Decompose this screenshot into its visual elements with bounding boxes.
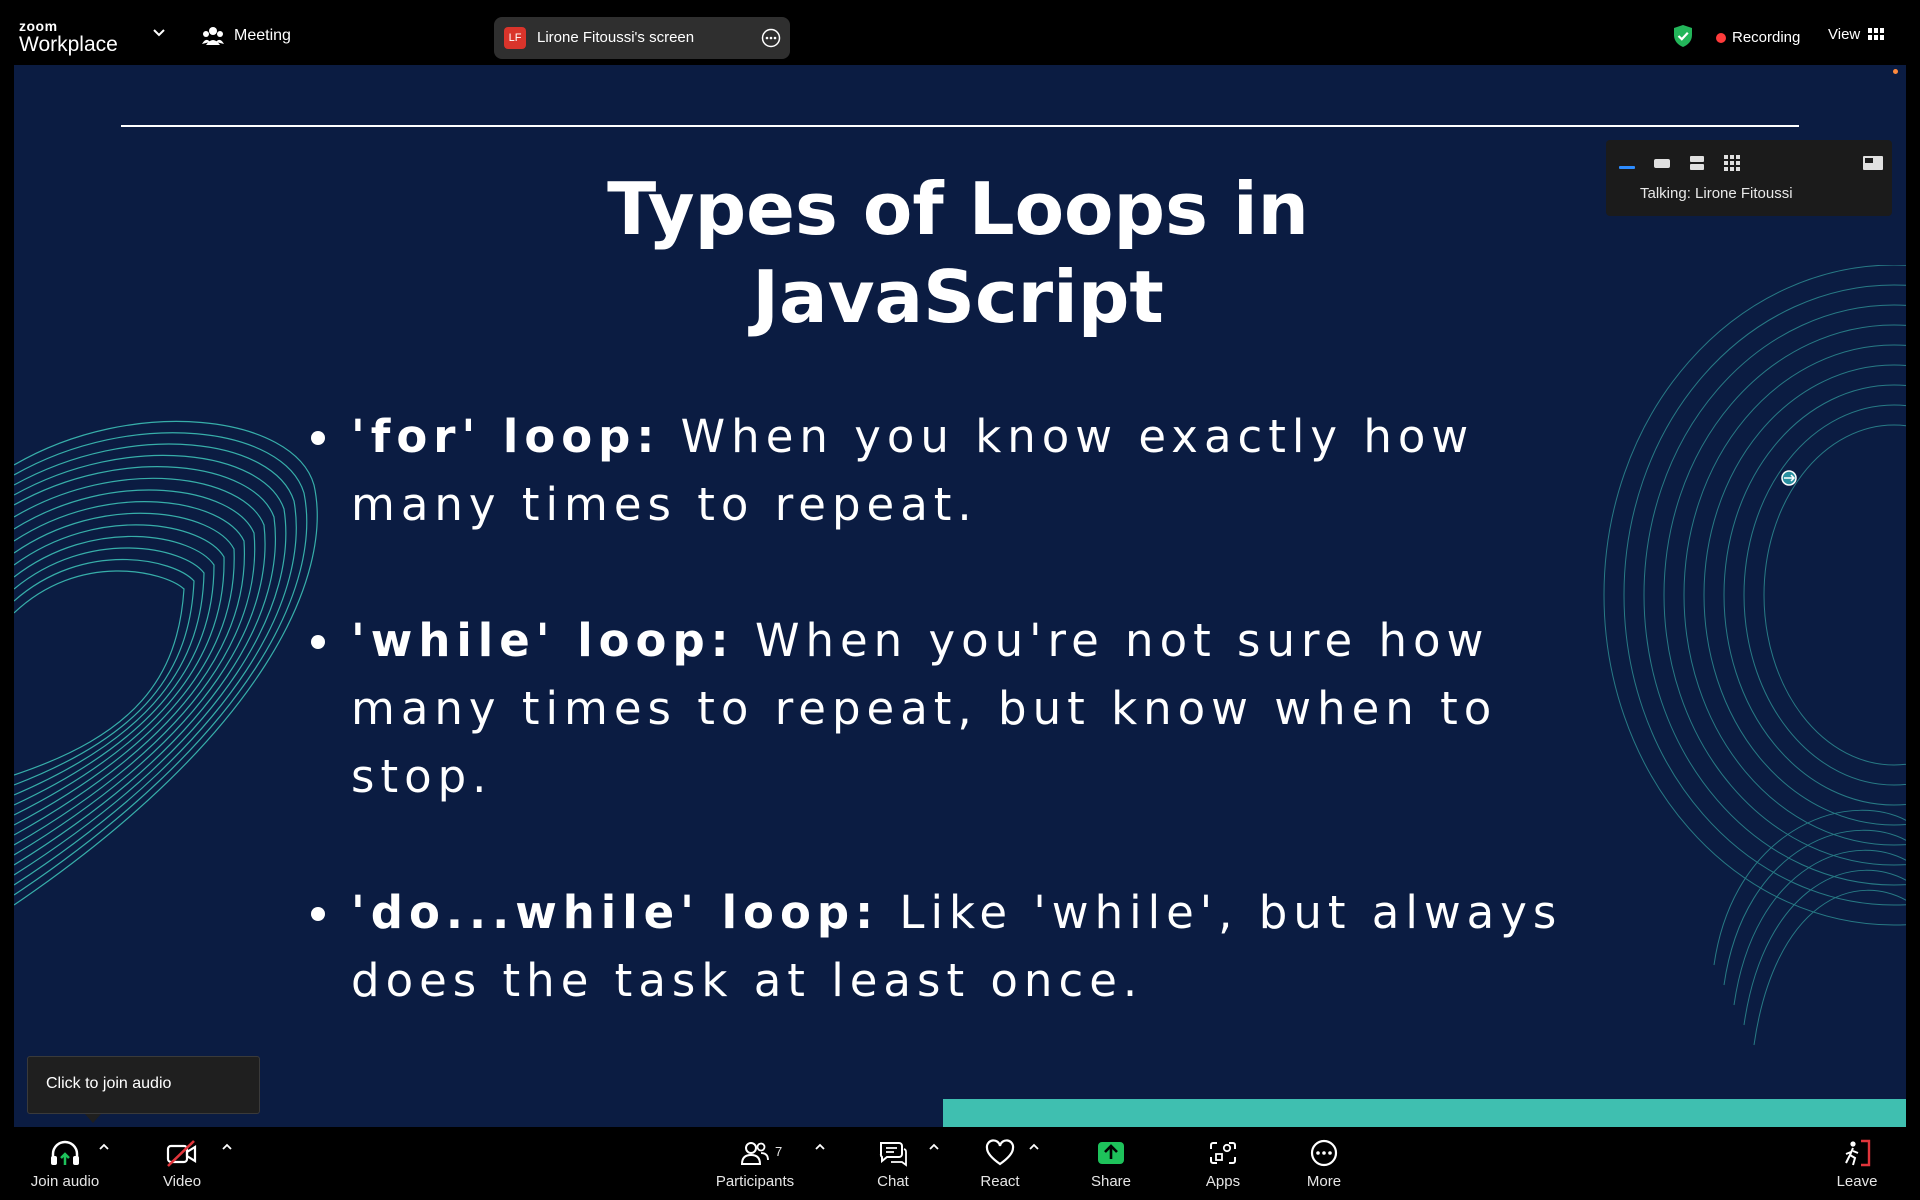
presenter-avatar: LF [504, 27, 526, 49]
participants-icon [740, 1142, 769, 1165]
chevron-down-icon[interactable] [152, 28, 166, 38]
bullet-term: 'do...while' loop: [351, 886, 880, 939]
share-screen-icon [1098, 1142, 1124, 1164]
participants-count-badge: 7 [775, 1144, 783, 1159]
meeting-menu[interactable]: Meeting [202, 26, 291, 46]
bullet-item: 'do...while' loop: Like 'while', but alw… [307, 879, 1607, 1015]
grid-view-icon [1868, 28, 1885, 40]
participants-options-caret-icon[interactable] [814, 1143, 826, 1151]
leave-label: Leave [1836, 1173, 1878, 1190]
recording-label: Recording [1732, 29, 1801, 46]
slide-bullet-list: 'for' loop: When you know exactly how ma… [307, 403, 1607, 1083]
meeting-label: Meeting [234, 27, 291, 44]
more-options-icon[interactable] [761, 28, 781, 48]
video-label: Video [162, 1173, 202, 1190]
apps-button[interactable]: Apps [1193, 1139, 1253, 1197]
slide-divider-line [121, 125, 1799, 127]
apps-icon [1210, 1142, 1236, 1164]
join-audio-label: Join audio [30, 1173, 100, 1190]
react-label: React [980, 1173, 1020, 1190]
talking-panel[interactable]: Talking: Lirone Fitoussi [1606, 140, 1892, 216]
react-button[interactable]: React [970, 1139, 1030, 1197]
chat-button[interactable]: Chat [862, 1139, 924, 1197]
share-indicator-dot [1893, 69, 1898, 74]
join-audio-button[interactable]: Join audio [26, 1139, 104, 1197]
screen-share-label: Lirone Fitoussi's screen [537, 29, 695, 46]
screen-share-pill[interactable]: LF Lirone Fitoussi's screen [494, 17, 790, 59]
top-bar: zoom Workplace Meeting LF Lirone Fitouss… [0, 0, 1920, 65]
participants-button[interactable]: Participants [710, 1139, 800, 1197]
logo-workplace-text: Workplace [19, 33, 118, 56]
wave-decoration-left [14, 420, 318, 906]
apps-label: Apps [1205, 1173, 1241, 1190]
single-speaker-view-icon[interactable] [1651, 154, 1673, 172]
wave-decoration-right [1603, 265, 1906, 1046]
react-options-caret-icon[interactable] [1028, 1143, 1040, 1151]
audio-options-caret-icon[interactable] [98, 1143, 110, 1151]
video-button[interactable]: Video [150, 1139, 214, 1197]
view-button[interactable]: View [1828, 26, 1885, 43]
bullet-item: 'while' loop: When you're not sure how m… [307, 607, 1607, 811]
slide-title-line1: Types of Loops in [607, 167, 1309, 251]
recording-dot-icon [1716, 32, 1726, 43]
chat-icon [879, 1142, 907, 1167]
slide-title-line2: JavaScript [752, 255, 1164, 339]
recording-indicator[interactable]: Recording [1716, 29, 1800, 46]
bullet-item: 'for' loop: When you know exactly how ma… [307, 403, 1607, 539]
video-off-icon [166, 1140, 197, 1167]
heart-icon [985, 1139, 1015, 1166]
more-icon [1310, 1139, 1338, 1167]
slide-accent-bar [943, 1099, 1906, 1127]
tooltip-arrow [85, 1114, 101, 1123]
slide-title: Types of Loops in JavaScript [394, 165, 1522, 341]
encryption-shield-icon[interactable] [1672, 24, 1694, 48]
join-audio-tooltip: Click to join audio [27, 1056, 260, 1123]
headphones-icon [51, 1140, 79, 1165]
talking-label: Talking: Lirone Fitoussi [1640, 185, 1793, 202]
participants-label: Participants [715, 1173, 795, 1190]
meeting-people-icon [202, 27, 224, 45]
bullet-term: 'for' loop: [351, 410, 661, 463]
leave-door-icon [1845, 1139, 1871, 1167]
shared-screen-slide: Types of Loops in JavaScript 'for' loop:… [14, 65, 1906, 1127]
more-button[interactable]: More [1293, 1139, 1355, 1197]
video-options-caret-icon[interactable] [221, 1143, 233, 1151]
bottom-toolbar: Join audio Video Participants Chat React… [0, 1127, 1920, 1200]
stacked-view-icon[interactable] [1686, 154, 1708, 172]
zoom-workplace-logo: zoom Workplace [19, 19, 118, 55]
tooltip-text: Click to join audio [46, 1075, 172, 1092]
bullet-term: 'while' loop: [351, 614, 735, 667]
leave-button[interactable]: Leave [1830, 1139, 1884, 1197]
hide-video-panel-icon[interactable] [1862, 154, 1884, 172]
gallery-grid-icon[interactable] [1721, 154, 1743, 172]
share-label: Share [1090, 1173, 1132, 1190]
view-label: View [1828, 26, 1861, 43]
chat-options-caret-icon[interactable] [928, 1143, 940, 1151]
mouse-cursor-icon [1781, 470, 1797, 486]
minimize-panel-icon[interactable] [1616, 154, 1638, 172]
chat-label: Chat [877, 1173, 909, 1190]
logo-zoom-text: zoom [19, 18, 58, 34]
more-label: More [1306, 1173, 1342, 1190]
share-button[interactable]: Share [1080, 1139, 1142, 1197]
